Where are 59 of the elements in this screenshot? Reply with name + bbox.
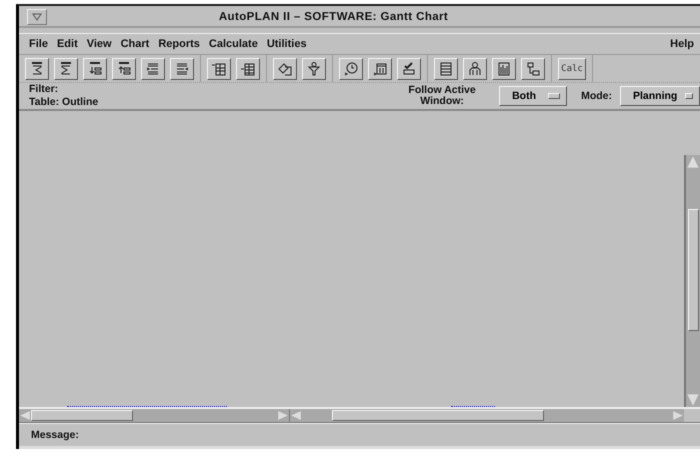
checkmark-icon — [401, 60, 417, 76]
calendar-icon — [372, 60, 388, 76]
outdent-icon — [174, 60, 190, 76]
eraser-icon — [277, 60, 293, 76]
toolbar-button[interactable] — [54, 58, 78, 80]
menu-item[interactable]: File — [29, 38, 48, 50]
menu-item[interactable]: Edit — [56, 38, 78, 50]
insert-row-icon — [211, 60, 227, 76]
menu-item[interactable]: Help — [670, 38, 694, 50]
toolbar-button[interactable] — [368, 58, 392, 80]
clock-icon — [343, 60, 359, 76]
toolbar-button[interactable] — [170, 58, 194, 80]
outline-icon — [116, 60, 132, 76]
toolbar-button[interactable] — [83, 58, 107, 80]
toolbar-button[interactable] — [397, 58, 421, 80]
toolbar-button[interactable] — [273, 58, 297, 80]
toolbar-button[interactable] — [434, 58, 458, 80]
horizontal-scrollbar[interactable] — [289, 409, 684, 422]
toolbar-button[interactable] — [302, 58, 326, 80]
toolbar-button[interactable] — [521, 58, 545, 80]
window-menu-button[interactable] — [27, 9, 47, 25]
caret-icon — [32, 13, 42, 21]
toolbar-button[interactable] — [339, 58, 363, 80]
calc-button[interactable]: Calc — [558, 58, 586, 80]
toolbar-button[interactable] — [236, 58, 260, 80]
toolbar-button[interactable] — [141, 58, 165, 80]
funnel-icon — [306, 60, 322, 76]
sum-icon — [58, 60, 74, 76]
bar-chart-icon — [496, 60, 512, 76]
table-icon — [438, 60, 454, 76]
option-menu-icon — [685, 93, 693, 99]
follow-dropdown[interactable]: Both — [499, 86, 568, 106]
message-label: Message: — [31, 429, 79, 441]
dotted-line — [451, 405, 495, 407]
vertical-scrollbar[interactable] — [684, 155, 700, 407]
window-title: AutoPLAN II – SOFTWARE: Gantt Chart — [218, 11, 450, 23]
toolbar-button[interactable] — [207, 58, 231, 80]
mode-label: Mode: — [581, 90, 612, 102]
toolbar-button[interactable] — [25, 58, 49, 80]
person-icon — [467, 60, 483, 76]
follow-label: Follow Active Window: — [407, 85, 477, 107]
toolbar-button[interactable] — [112, 58, 136, 80]
flowchart-icon — [525, 60, 541, 76]
outline-icon — [87, 60, 103, 76]
toolbar-button[interactable] — [492, 58, 516, 80]
menu-item[interactable]: Calculate — [208, 38, 258, 50]
horizontal-scrollbar[interactable] — [19, 409, 289, 422]
indent-icon — [145, 60, 161, 76]
option-menu-icon — [548, 93, 560, 99]
table-label: Table: Outline — [29, 96, 100, 109]
menu-item[interactable]: Chart — [120, 38, 150, 50]
filter-label: Filter: — [29, 83, 60, 96]
insert-row-icon — [240, 60, 256, 76]
menu-item[interactable]: View — [86, 38, 112, 50]
toolbar-button[interactable] — [463, 58, 487, 80]
sum-icon — [29, 60, 45, 76]
menu-item[interactable]: Utilities — [266, 38, 307, 50]
menu-item[interactable]: Reports — [158, 38, 200, 50]
mode-dropdown[interactable]: Planning — [620, 86, 700, 106]
